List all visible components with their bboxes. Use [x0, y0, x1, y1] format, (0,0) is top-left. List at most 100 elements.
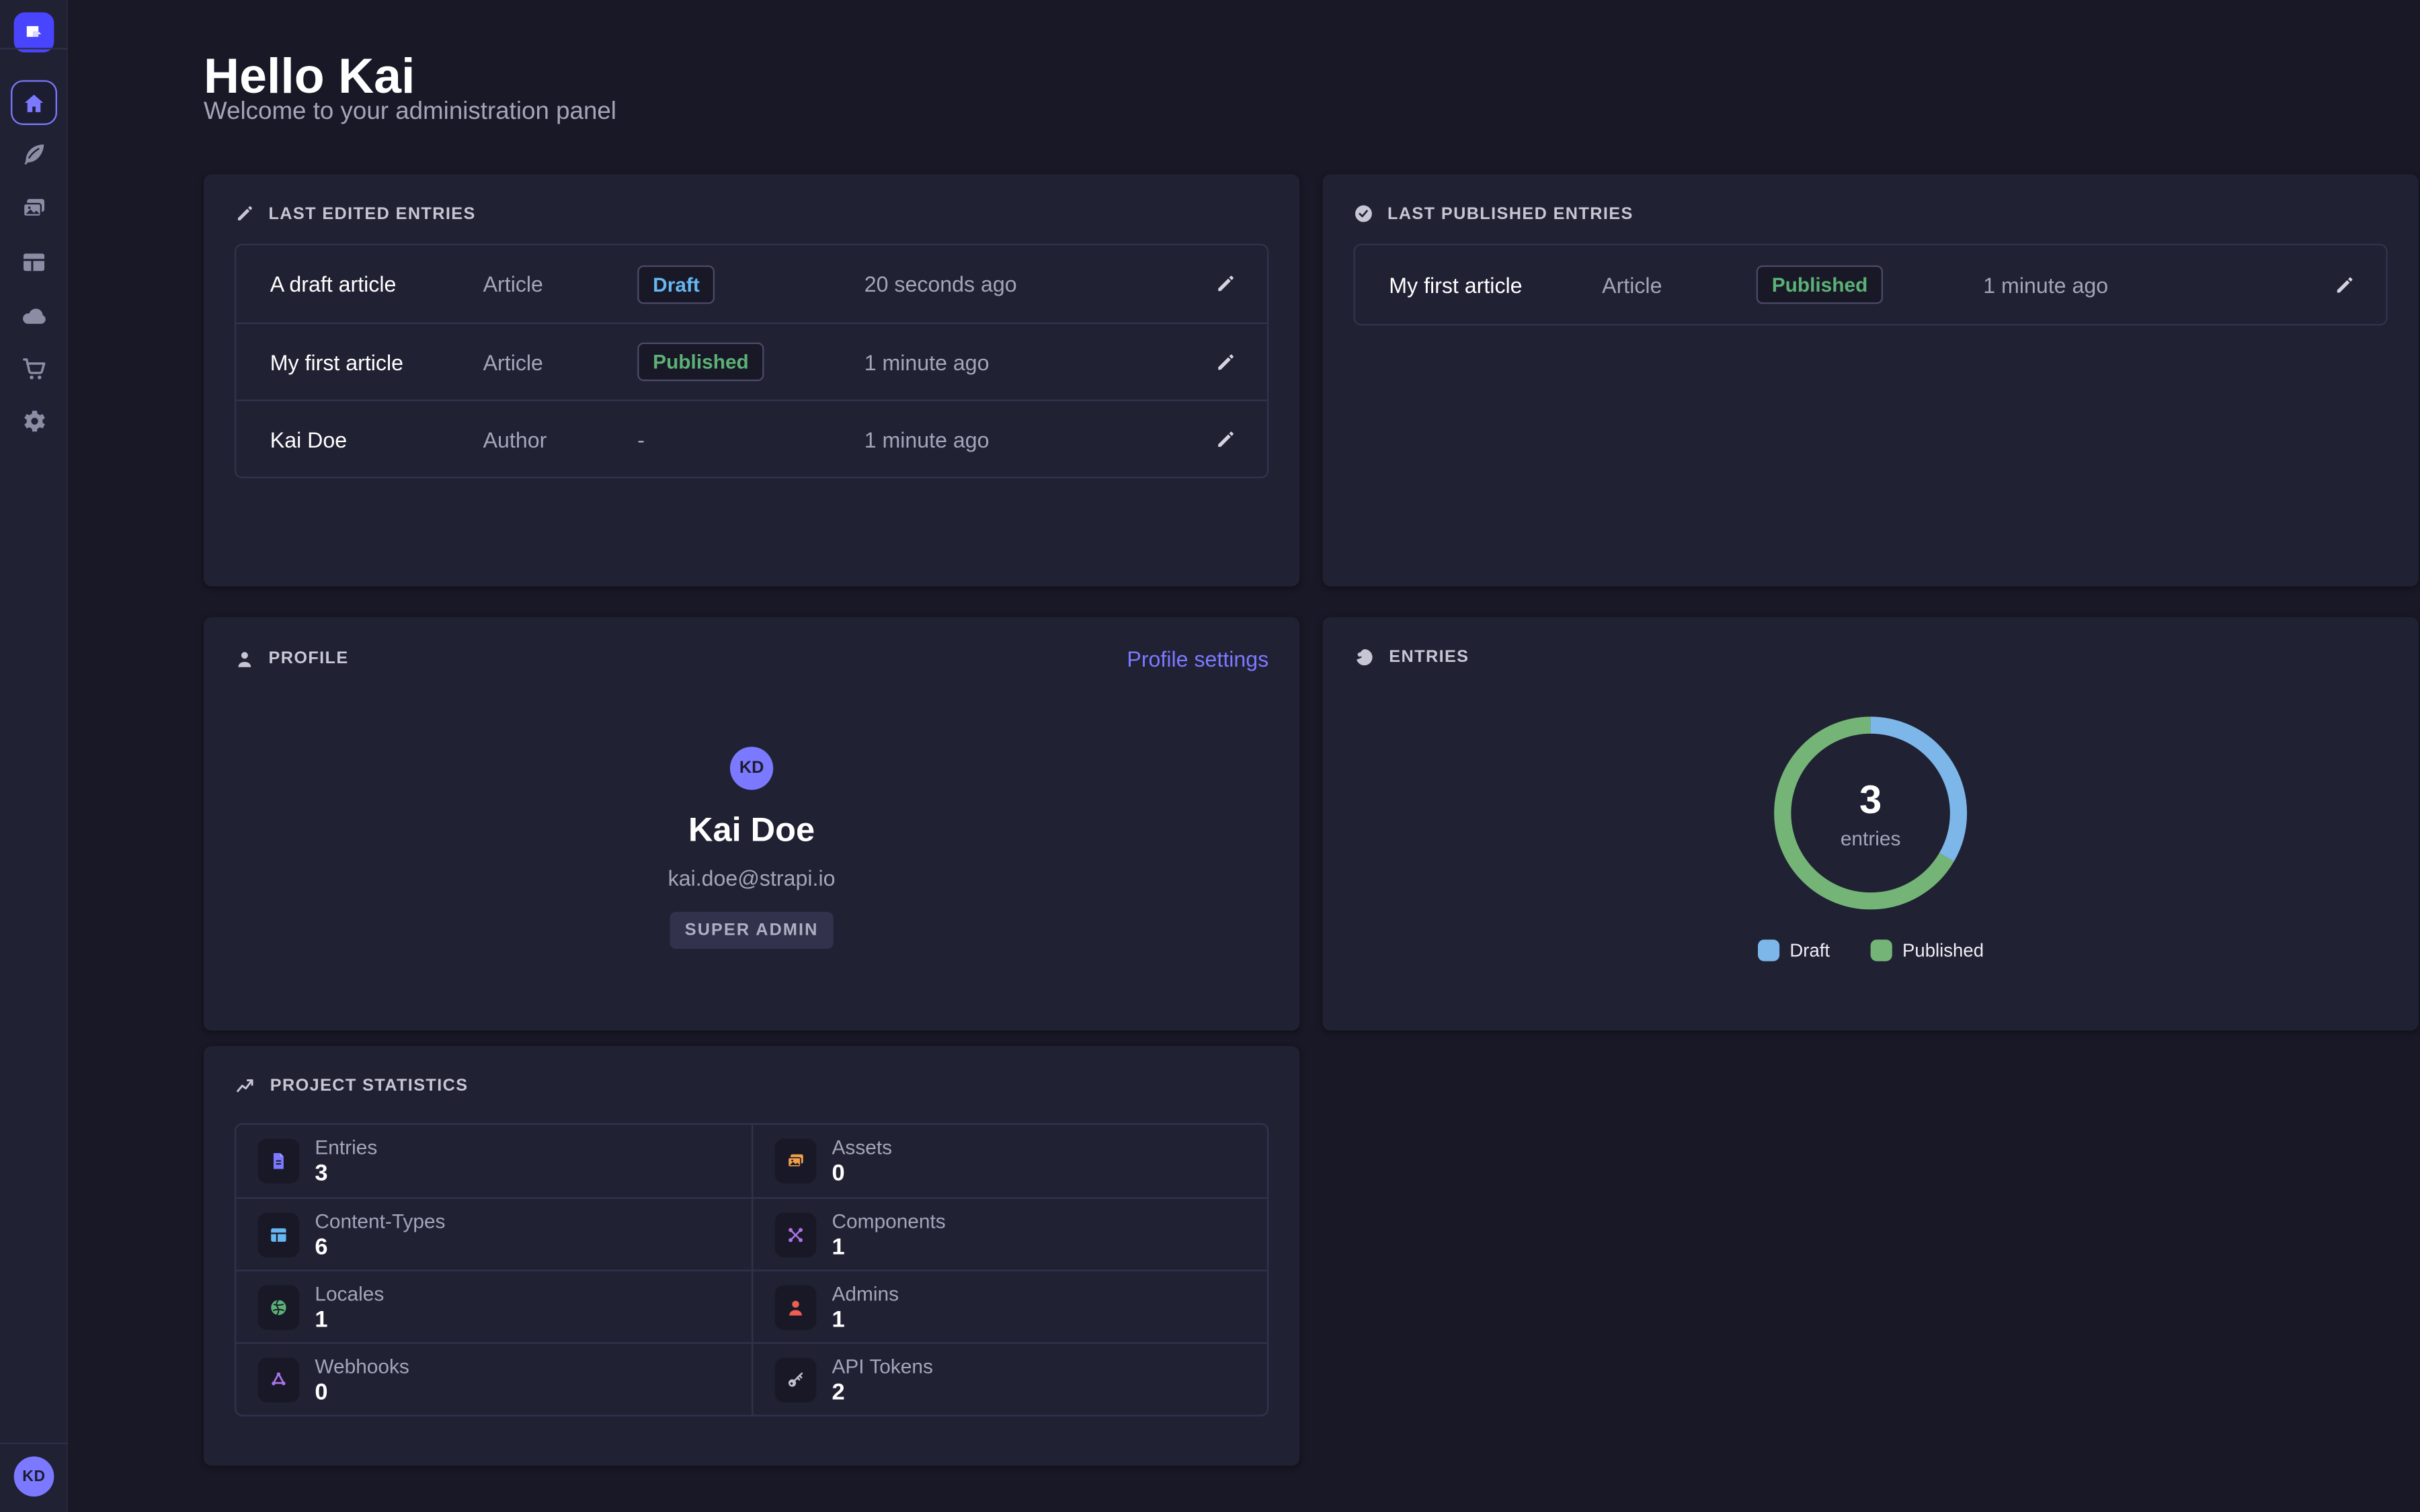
pencil-icon — [235, 204, 255, 224]
profile-settings-link[interactable]: Profile settings — [1127, 646, 1268, 671]
entry-time: 20 seconds ago — [864, 271, 1147, 296]
user-icon — [235, 648, 255, 669]
profile-email: kai.doe@strapi.io — [668, 866, 836, 890]
table-row[interactable]: A draft article Article Draft 20 seconds… — [236, 245, 1267, 323]
stat-value: 2 — [832, 1378, 932, 1404]
table-row[interactable]: Kai Doe Author - 1 minute ago — [236, 400, 1267, 477]
card-title: ENTRIES — [1389, 648, 1469, 667]
home-icon — [21, 90, 46, 115]
sidebar-item-settings[interactable] — [19, 407, 47, 435]
sidebar-item-content-type-builder[interactable] — [19, 249, 47, 276]
status-badge: Published — [1757, 265, 1884, 304]
entries-card: ENTRIES 3 entries Draft — [1323, 617, 2419, 1030]
published-swatch — [1870, 939, 1892, 961]
entry-time: 1 minute ago — [1983, 272, 2265, 297]
stat-locales: Locales 1 — [236, 1270, 752, 1343]
last-edited-header: LAST EDITED ENTRIES — [235, 204, 1268, 224]
entry-type: Author — [483, 427, 638, 452]
layout-icon — [257, 1212, 299, 1257]
edit-entry-button[interactable] — [2327, 267, 2362, 302]
stat-value: 0 — [315, 1378, 409, 1404]
cart-icon — [19, 355, 47, 382]
entry-time: 1 minute ago — [864, 427, 1147, 452]
edit-entry-button[interactable] — [1209, 267, 1243, 301]
legend-item-published: Published — [1870, 939, 1984, 961]
edit-entry-button[interactable] — [1209, 345, 1243, 379]
profile-body: KD Kai Doe kai.doe@strapi.io SUPER ADMIN — [204, 747, 1299, 949]
cloud-icon — [19, 302, 47, 330]
entry-time: 1 minute ago — [864, 349, 1147, 374]
webhook-icon — [257, 1357, 299, 1402]
sidebar-divider-bottom — [0, 1443, 68, 1444]
stat-value: 1 — [315, 1306, 384, 1332]
entry-name: Kai Doe — [270, 427, 483, 452]
stat-label: Admins — [832, 1282, 899, 1304]
stat-webhooks: Webhooks 0 — [236, 1342, 752, 1415]
status-empty: - — [637, 427, 864, 452]
card-title: LAST PUBLISHED ENTRIES — [1387, 204, 1634, 223]
last-published-entries-card: LAST PUBLISHED ENTRIES My first article … — [1323, 174, 2419, 586]
entry-name: My first article — [270, 349, 483, 374]
table-row[interactable]: My first article Article Published 1 min… — [1355, 245, 2386, 324]
sidebar-item-marketplace[interactable] — [19, 355, 47, 382]
strapi-logo[interactable] — [14, 12, 54, 52]
chart-legend: Draft Published — [1323, 939, 2419, 961]
check-circle-icon — [1354, 204, 1374, 224]
legend-label: Published — [1902, 939, 1984, 961]
status-badge: Published — [637, 343, 764, 381]
stats-grid: Entries 3 Assets 0 — [235, 1123, 1268, 1416]
entry-type: Article — [1602, 272, 1757, 297]
sidebar-item-media-library[interactable] — [19, 194, 47, 222]
pencil-icon — [2333, 274, 2355, 296]
stat-content-types: Content-Types 6 — [236, 1198, 752, 1270]
sidebar-item-deploy[interactable] — [19, 302, 47, 330]
entry-type: Article — [483, 271, 638, 296]
table-row[interactable]: My first article Article Published 1 min… — [236, 323, 1267, 400]
last-published-header: LAST PUBLISHED ENTRIES — [1354, 204, 2388, 224]
legend-label: Draft — [1789, 939, 1830, 961]
stat-value: 0 — [832, 1161, 892, 1187]
card-title: PROFILE — [268, 650, 348, 669]
page-title: Hello Kai — [204, 48, 415, 105]
pencil-icon — [1215, 428, 1236, 450]
stat-entries: Entries 3 — [236, 1125, 752, 1198]
stat-value: 6 — [315, 1234, 445, 1260]
sidebar: KD — [0, 0, 68, 1512]
feather-pen-icon — [19, 140, 47, 168]
entries-donut-chart: 3 entries — [1761, 704, 1980, 923]
stat-label: API Tokens — [832, 1354, 932, 1377]
images-icon — [775, 1138, 817, 1183]
media-library-icon — [19, 194, 47, 222]
stat-api-tokens: API Tokens 2 — [752, 1342, 1267, 1415]
profile-header: PROFILE Profile settings — [235, 646, 1268, 671]
card-title: LAST EDITED ENTRIES — [268, 204, 475, 223]
last-edited-entries-card: LAST EDITED ENTRIES A draft article Arti… — [204, 174, 1299, 586]
components-icon — [775, 1212, 817, 1257]
layout-builder-icon — [19, 249, 47, 276]
entries-count-label: entries — [1841, 827, 1901, 850]
stat-label: Locales — [315, 1282, 384, 1304]
edit-entry-button[interactable] — [1209, 422, 1243, 456]
strapi-admin-dashboard: KD Hello Kai Welcome to your administrat… — [0, 0, 2420, 1512]
sidebar-item-content-manager[interactable] — [19, 140, 47, 168]
project-statistics-card: PROJECT STATISTICS Entries 3 — [204, 1046, 1299, 1466]
entry-name: A draft article — [270, 271, 483, 296]
strapi-logo-icon — [23, 22, 44, 43]
key-icon — [775, 1357, 817, 1402]
entries-header: ENTRIES — [1354, 646, 2388, 668]
sidebar-divider-top — [0, 48, 68, 49]
last-published-table: My first article Article Published 1 min… — [1354, 244, 2388, 326]
profile-avatar: KD — [730, 747, 773, 790]
stat-label: Entries — [315, 1136, 377, 1159]
pencil-icon — [1215, 351, 1236, 372]
sidebar-item-home[interactable] — [10, 80, 56, 125]
profile-card: PROFILE Profile settings KD Kai Doe kai.… — [204, 617, 1299, 1030]
stat-label: Components — [832, 1209, 945, 1232]
gear-icon — [19, 407, 47, 435]
donut-center: 3 entries — [1761, 704, 1980, 923]
sidebar-user-avatar[interactable]: KD — [14, 1456, 54, 1497]
stat-label: Content-Types — [315, 1209, 445, 1232]
entry-name: My first article — [1389, 272, 1602, 297]
pencil-icon — [1215, 273, 1236, 294]
admin-user-icon — [775, 1284, 817, 1329]
